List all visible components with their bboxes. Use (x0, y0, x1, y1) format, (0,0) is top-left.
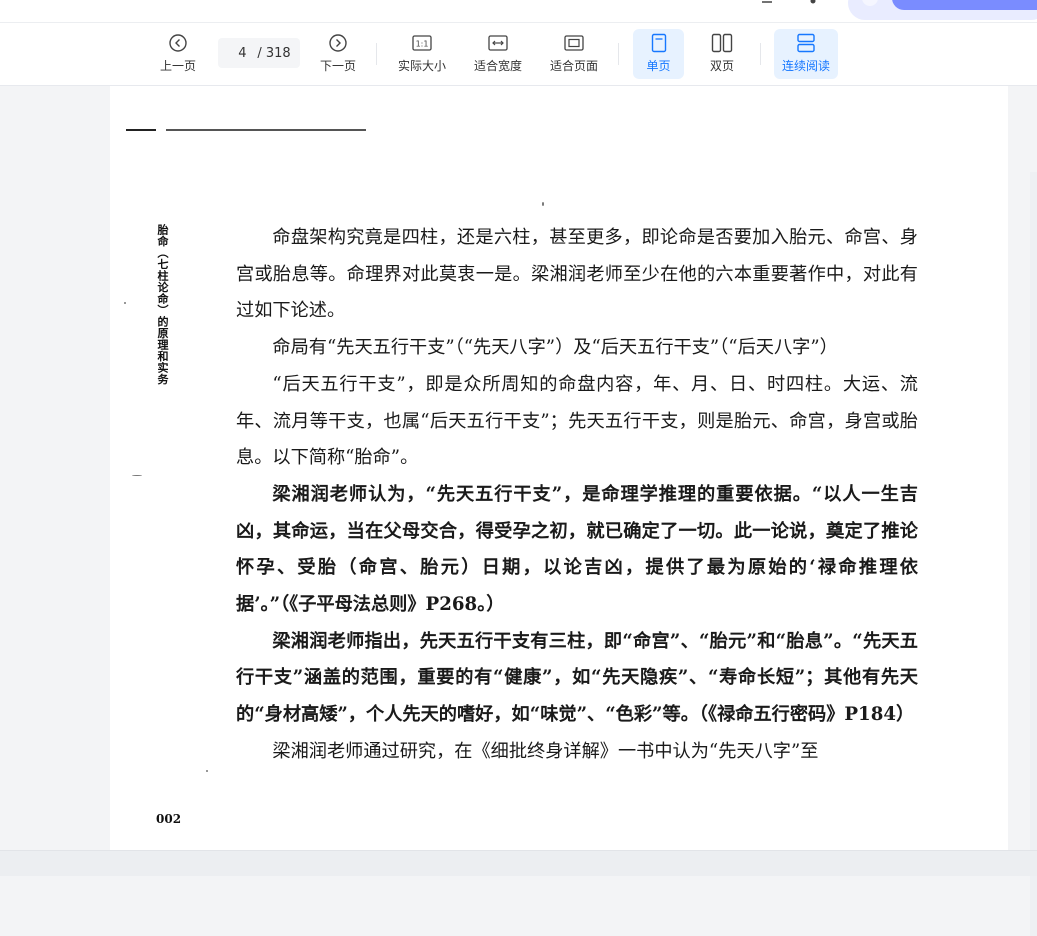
document-viewport[interactable]: 胎命（七柱论命）的原理和实务 命盘架构究竟是四柱，还是六柱，甚至更多，即论命是否… (0, 86, 1037, 936)
paragraph: 梁湘润老师通过研究，在《细批终身详解》一书中认为“先天八字”至 (272, 740, 819, 762)
toolbar-divider (618, 43, 619, 65)
toolbar-divider (376, 43, 377, 65)
window-icon[interactable] (806, 0, 820, 8)
top-strip (0, 0, 1037, 23)
fit-page-icon (563, 32, 585, 54)
scan-speck (132, 475, 142, 476)
promo-banner[interactable] (848, 0, 1037, 20)
toolbar-divider (760, 43, 761, 65)
document-page: 胎命（七柱论命）的原理和实务 命盘架构究竟是四柱，还是六柱，甚至更多，即论命是否… (110, 86, 1008, 850)
svg-text:1:1: 1:1 (416, 40, 429, 49)
promo-button[interactable] (892, 0, 1037, 10)
double-page-label: 双页 (709, 59, 734, 73)
paragraph: 梁湘润老师指出，先天五行干支有三柱，即“命宫”、“胎元”和“胎息”。“先天五行干… (236, 630, 918, 726)
paragraph: “后天五行干支”，即是众所周知的命盘内容，年、月、日、时四柱。大运、流年、流月等… (236, 373, 918, 469)
actual-size-label: 实际大小 (397, 59, 446, 73)
scan-speck (124, 302, 126, 304)
actual-size-icon: 1:1 (411, 32, 433, 54)
fit-page-label: 适合页面 (549, 59, 598, 73)
next-page-label: 下一页 (319, 59, 356, 73)
page-number: 002 (156, 812, 182, 826)
prev-page-button[interactable]: 上一页 (150, 29, 206, 79)
running-side-title: 胎命（七柱论命）的原理和实务 (156, 224, 169, 385)
scrollbar-track[interactable] (1030, 172, 1037, 936)
paragraph: 命盘架构究竟是四柱，还是六柱，甚至更多，即论命是否要加入胎元、命宫、身宫或胎息等… (236, 227, 918, 322)
fit-width-icon (487, 32, 509, 54)
double-page-button[interactable]: 双页 (696, 29, 748, 79)
single-page-icon (648, 32, 670, 54)
current-page-input[interactable] (227, 44, 258, 62)
scan-rule-line (126, 129, 366, 131)
promo-avatar-icon (862, 0, 878, 6)
double-page-icon (711, 32, 733, 54)
fit-page-button[interactable]: 适合页面 (542, 29, 606, 79)
fit-width-label: 适合宽度 (473, 59, 522, 73)
chevron-right-circle-icon (327, 32, 349, 54)
prev-page-label: 上一页 (159, 59, 196, 73)
bottom-status-bar (0, 850, 1037, 876)
actual-size-button[interactable]: 1:1 实际大小 (390, 29, 454, 79)
viewer-toolbar: 上一页 / 318 下一页 1:1 实际大小 适合宽度 适合页面 单页 (0, 23, 1037, 86)
single-page-button[interactable]: 单页 (633, 29, 684, 79)
continuous-read-button[interactable]: 连续阅读 (774, 29, 838, 79)
continuous-read-label: 连续阅读 (781, 59, 830, 73)
paragraph: 梁湘润老师认为，“先天五行干支”，是命理学推理的重要依据。“以人一生吉凶，其命运… (236, 483, 918, 616)
minimize-icon[interactable] (760, 0, 774, 8)
scan-speck (542, 202, 544, 206)
total-pages: / 318 (257, 45, 291, 61)
paragraph: 命局有“先天五行干支”（“先天八字”）及“后天五行干支”（“后天八字”） (272, 337, 838, 359)
single-page-label: 单页 (646, 59, 671, 73)
page-indicator: / 318 (218, 38, 300, 68)
fit-width-button[interactable]: 适合宽度 (466, 29, 530, 79)
continuous-read-icon (795, 32, 817, 54)
next-page-button[interactable]: 下一页 (310, 29, 366, 79)
scan-speck (206, 770, 208, 772)
page-body-text: 命盘架构究竟是四柱，还是六柱，甚至更多，即论命是否要加入胎元、命宫、身宫或胎息等… (236, 220, 918, 771)
chevron-left-circle-icon (167, 32, 189, 54)
